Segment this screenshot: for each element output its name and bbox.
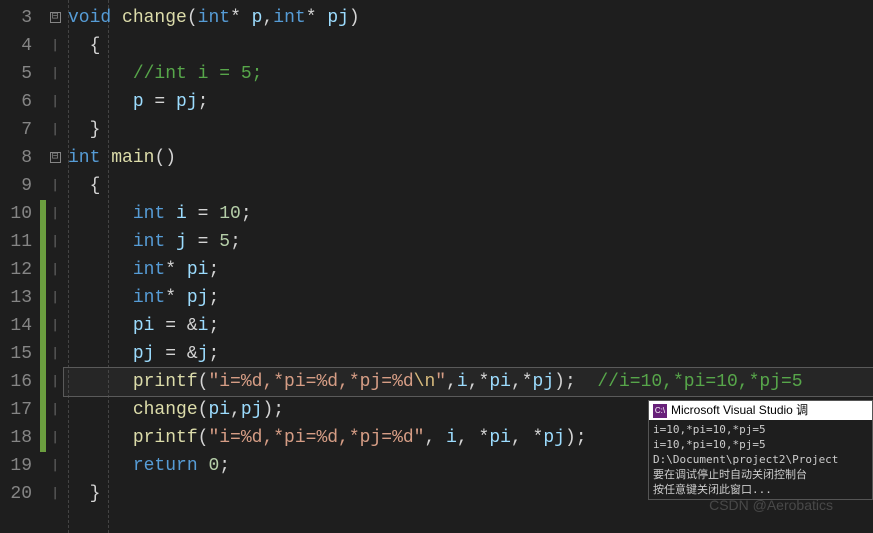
line-number[interactable]: 16 [4, 368, 32, 396]
line-number[interactable]: 6 [4, 88, 32, 116]
line-number[interactable]: 19 [4, 452, 32, 480]
code-line[interactable]: //int i = 5; [64, 60, 873, 88]
line-number[interactable]: 12 [4, 256, 32, 284]
line-number[interactable]: 8 [4, 144, 32, 172]
code-line[interactable]: pi = &i; [64, 312, 873, 340]
fold-toggle-icon[interactable]: ⊟ [50, 12, 61, 23]
code-line-current[interactable]: printf("i=%d,*pi=%d,*pj=%d\n",i,*pi,*pj)… [64, 368, 873, 396]
debug-console-title: Microsoft Visual Studio 调 [671, 403, 808, 418]
debug-console-titlebar[interactable]: C:\ Microsoft Visual Studio 调 [649, 401, 872, 420]
code-line[interactable]: { [64, 32, 873, 60]
watermark: CSDN @Aerobatics [709, 497, 833, 513]
line-number[interactable]: 14 [4, 312, 32, 340]
line-number[interactable]: 18 [4, 424, 32, 452]
code-line[interactable]: int main() [64, 144, 873, 172]
code-line[interactable]: int* pi; [64, 256, 873, 284]
code-line[interactable]: pj = &j; [64, 340, 873, 368]
line-number[interactable]: 9 [4, 172, 32, 200]
line-number[interactable]: 11 [4, 228, 32, 256]
code-line[interactable]: int j = 5; [64, 228, 873, 256]
line-number[interactable]: 5 [4, 60, 32, 88]
line-number[interactable]: 3 [4, 4, 32, 32]
debug-console-output: i=10,*pi=10,*pj=5 i=10,*pi=10,*pj=5 D:\D… [649, 420, 872, 499]
code-line[interactable]: p = pj; [64, 88, 873, 116]
code-line[interactable]: } [64, 116, 873, 144]
visual-studio-icon: C:\ [653, 404, 667, 418]
line-number[interactable]: 20 [4, 480, 32, 508]
code-line[interactable]: int* pj; [64, 284, 873, 312]
line-number[interactable]: 13 [4, 284, 32, 312]
line-number[interactable]: 4 [4, 32, 32, 60]
code-line[interactable]: void change(int* p,int* pj) [64, 4, 873, 32]
code-line[interactable]: int i = 10; [64, 200, 873, 228]
debug-console-window[interactable]: C:\ Microsoft Visual Studio 调 i=10,*pi=1… [648, 400, 873, 500]
fold-column: ⊟ ││││ ⊟ ││││ ││││ ││││ [46, 0, 64, 533]
line-number[interactable]: 15 [4, 340, 32, 368]
code-line[interactable]: { [64, 172, 873, 200]
line-number-gutter: 3 4 5 6 7 8 9 10 11 12 13 14 15 16 17 18… [0, 0, 40, 533]
line-number[interactable]: 17 [4, 396, 32, 424]
line-number[interactable]: 7 [4, 116, 32, 144]
line-number[interactable]: 10 [4, 200, 32, 228]
fold-toggle-icon[interactable]: ⊟ [50, 152, 61, 163]
